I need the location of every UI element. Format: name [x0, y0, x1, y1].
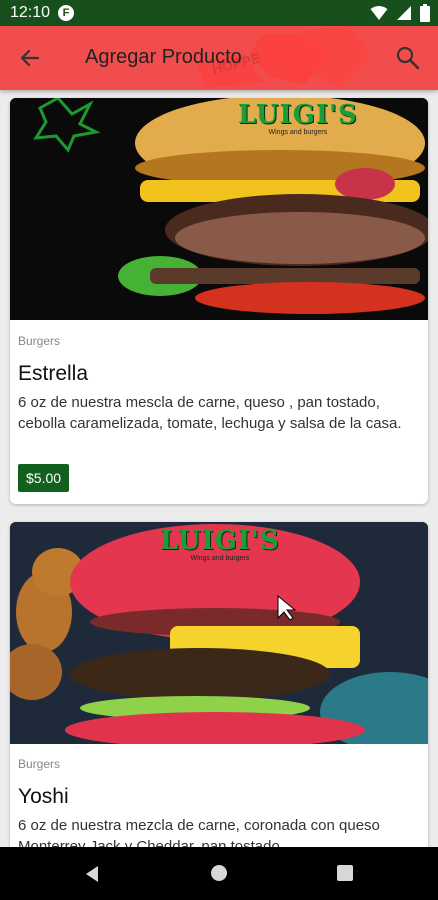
- search-icon: [396, 46, 420, 70]
- nav-home-icon[interactable]: [211, 865, 227, 881]
- status-bar: 12:10 F: [0, 0, 438, 26]
- brand-logo: LUIGI'S Wings and burgers: [160, 526, 280, 562]
- product-image: LUIGI'S Wings and burgers: [10, 522, 428, 744]
- back-button[interactable]: [16, 44, 44, 72]
- product-list[interactable]: LUIGI'S Wings and burgers Burgers Estrel…: [0, 90, 438, 847]
- product-description: 6 oz de nuestra mezcla de carne, coronad…: [18, 817, 380, 847]
- product-category: Burgers: [18, 334, 61, 348]
- signal-icon: [397, 6, 411, 20]
- app-notification-icon: F: [58, 5, 74, 21]
- system-nav-bar: [0, 847, 438, 900]
- product-name: Yoshi: [18, 785, 69, 808]
- product-image: LUIGI'S Wings and burgers: [10, 98, 428, 320]
- status-time: 12:10: [10, 4, 51, 21]
- brand-logo: LUIGI'S Wings and burgers: [238, 100, 358, 136]
- product-card[interactable]: LUIGI'S Wings and burgers Burgers Yoshi …: [10, 522, 428, 847]
- product-name: Estrella: [18, 362, 89, 385]
- arrow-back-icon: [20, 49, 40, 67]
- wifi-icon: [370, 6, 388, 20]
- product-card[interactable]: LUIGI'S Wings and burgers Burgers Estrel…: [10, 98, 428, 504]
- status-icons: [370, 4, 430, 22]
- battery-icon: [420, 4, 430, 22]
- nav-recents-icon[interactable]: [337, 865, 353, 881]
- search-button[interactable]: [394, 44, 422, 72]
- page-title: Agregar Producto: [85, 46, 242, 68]
- price-badge: $5.00: [18, 464, 70, 492]
- burger-photo: [10, 98, 428, 320]
- product-description: 6 oz de nuestra mescla de carne, queso ,…: [18, 394, 402, 432]
- nav-back-icon[interactable]: [84, 865, 100, 883]
- product-category: Burgers: [18, 757, 61, 771]
- app-bar: HOPPE Agregar Producto: [0, 26, 438, 90]
